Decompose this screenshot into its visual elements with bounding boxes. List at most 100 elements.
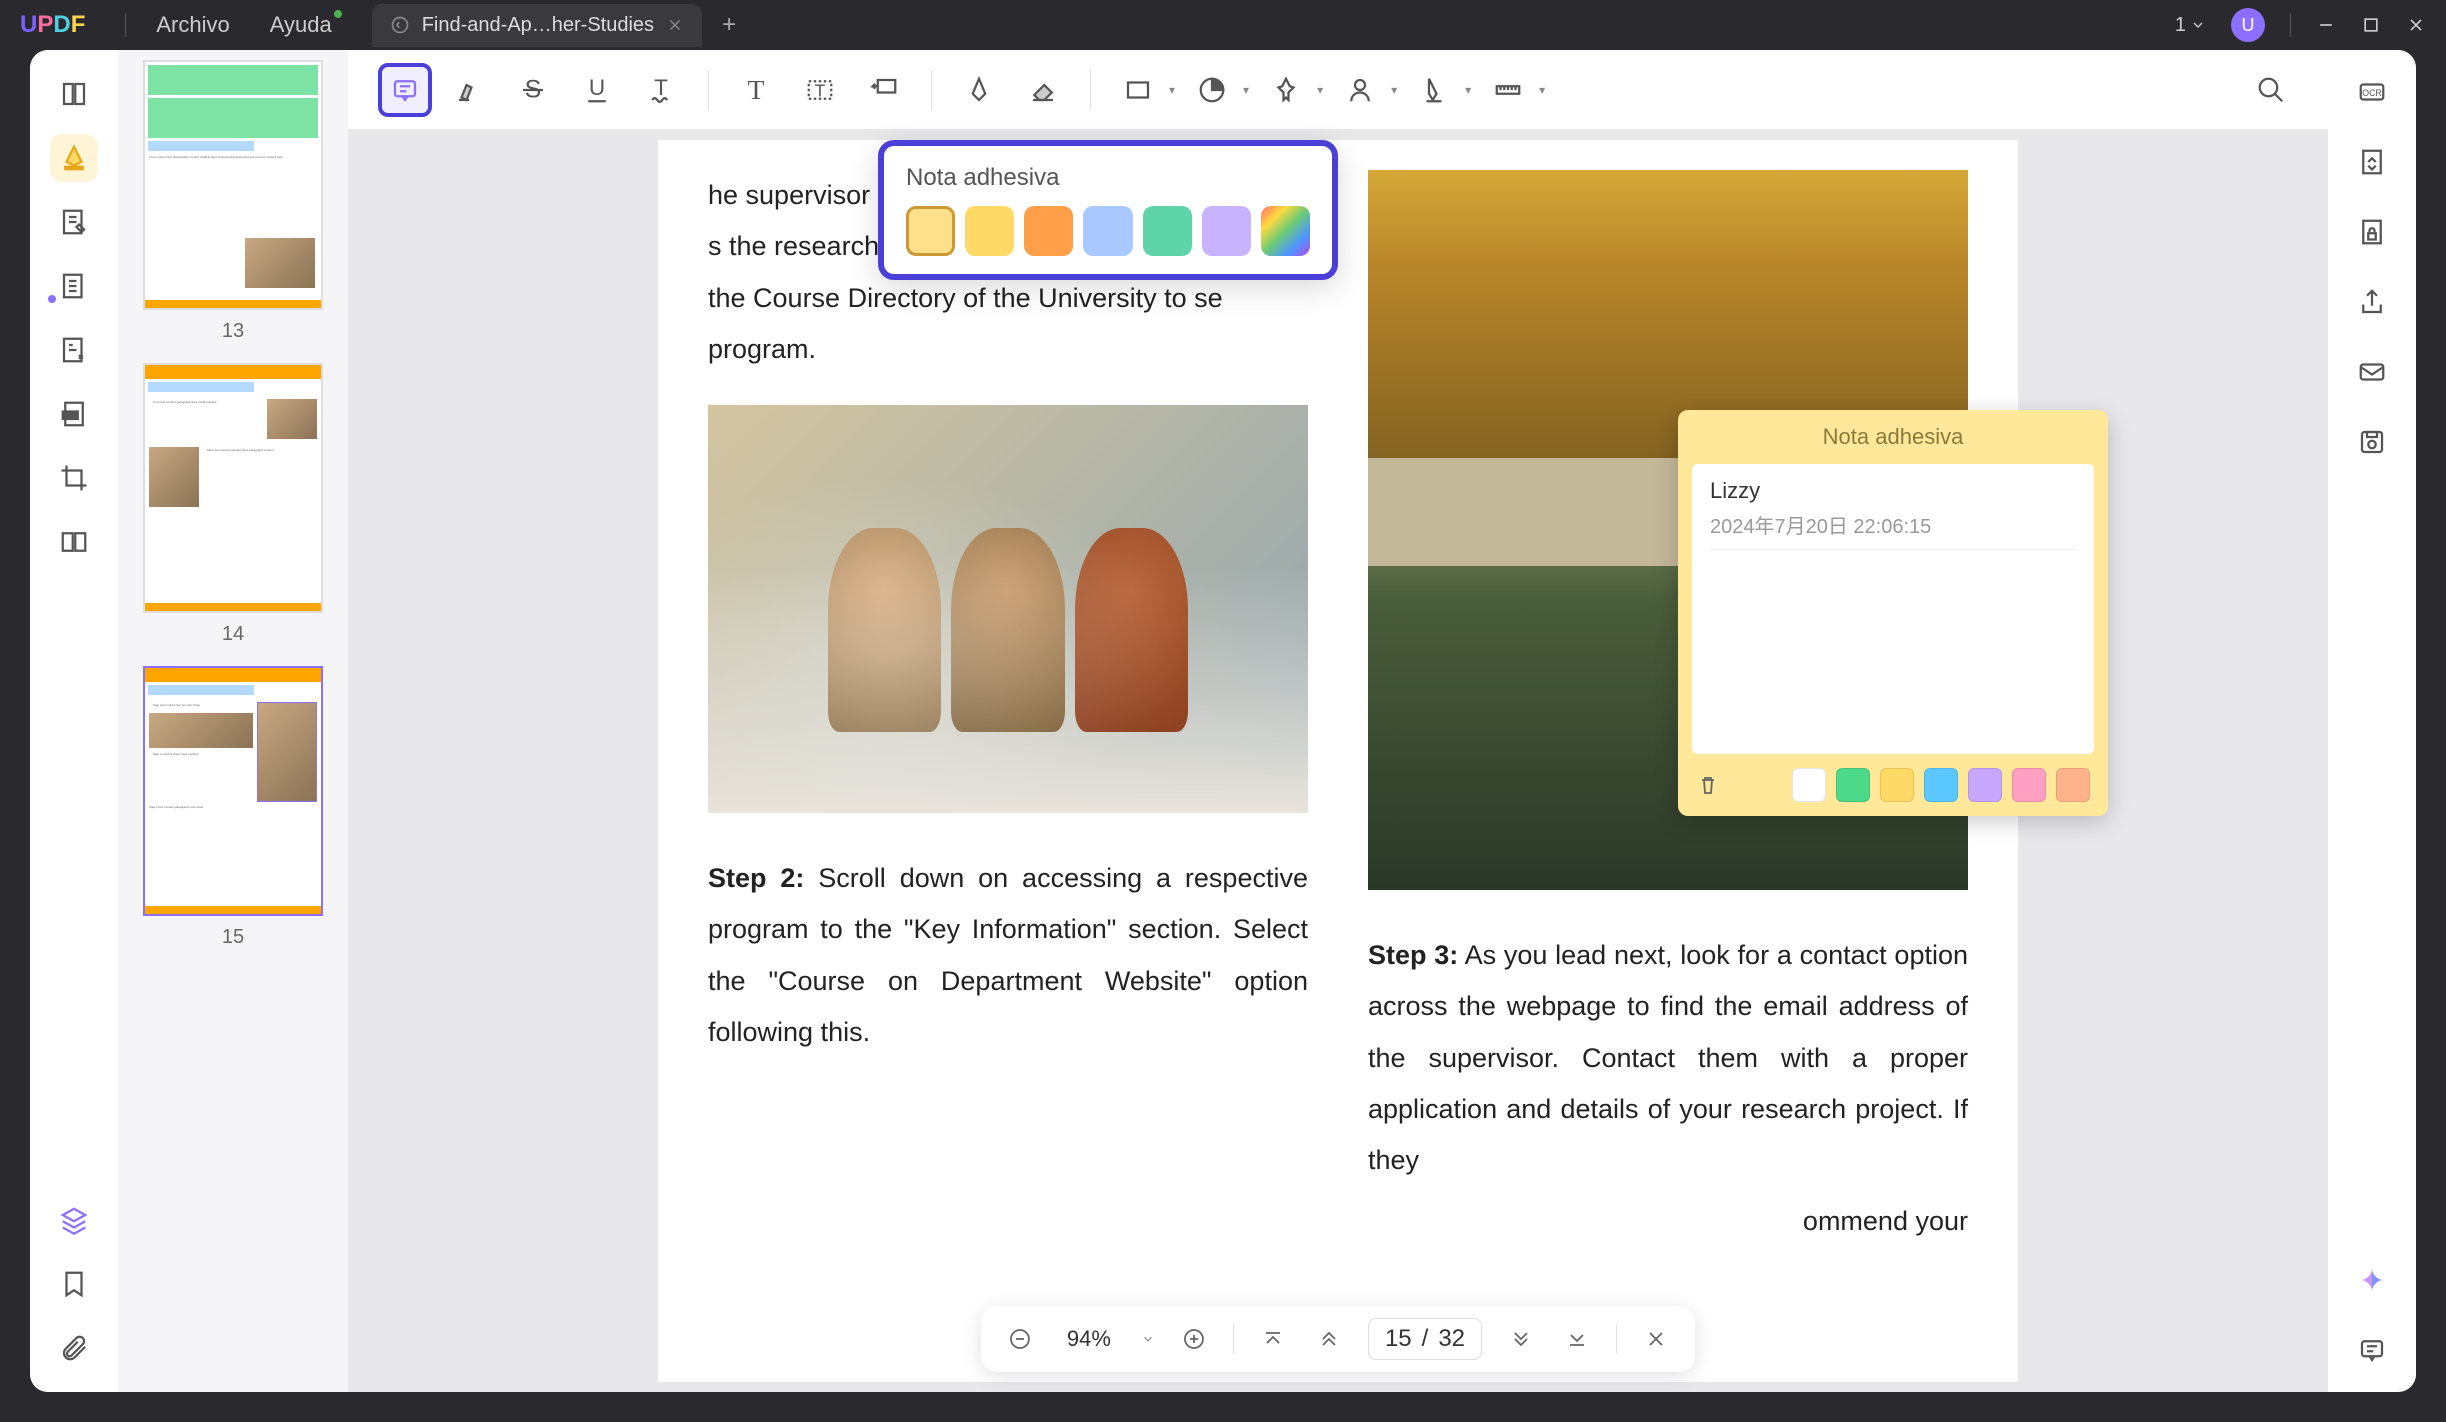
bookmark-button[interactable] (50, 1260, 98, 1308)
color-swatch[interactable] (1024, 206, 1073, 256)
thumb-number: 15 (222, 926, 244, 949)
measure-tool[interactable] (1481, 63, 1535, 117)
signature-tool[interactable] (1333, 63, 1387, 117)
sign-tool[interactable] (1407, 63, 1461, 117)
user-avatar[interactable]: U (2231, 8, 2265, 42)
app-logo: UPDF (20, 11, 85, 39)
sticky-note-title: Nota adhesiva (1678, 410, 2108, 464)
trash-icon[interactable] (1696, 773, 1720, 797)
color-swatch[interactable] (1143, 206, 1192, 256)
note-color-swatch[interactable] (1924, 768, 1958, 802)
eraser-tool[interactable] (1016, 63, 1070, 117)
thumbnail[interactable]: Lorem ipsum text placeholder content mul… (133, 60, 333, 343)
color-swatch[interactable] (965, 206, 1014, 256)
note-color-swatch[interactable] (1792, 768, 1826, 802)
shape-tool[interactable] (1111, 63, 1165, 117)
minimize-button[interactable] (2316, 15, 2336, 35)
save-button[interactable] (2350, 420, 2394, 464)
squiggly-tool[interactable]: T (634, 63, 688, 117)
note-color-swatch[interactable] (2056, 768, 2090, 802)
thumbnail[interactable]: Core text content paragraph lines small … (133, 363, 333, 646)
note-color-swatch[interactable] (1968, 768, 2002, 802)
stamp-tool[interactable] (1259, 63, 1313, 117)
pagination-bar: 94% 15 / 32 (981, 1306, 1695, 1372)
color-swatch[interactable] (1202, 206, 1251, 256)
protect-button[interactable] (2350, 210, 2394, 254)
convert-button[interactable] (2350, 140, 2394, 184)
text-icon: T (741, 75, 771, 105)
crop-mode-button[interactable] (50, 454, 98, 502)
pin-icon (1271, 75, 1301, 105)
attachment-button[interactable] (50, 1324, 98, 1372)
highlighter-icon (454, 75, 484, 105)
note-color-swatch[interactable] (1836, 768, 1870, 802)
new-tab-button[interactable]: + (722, 11, 736, 39)
edit-mode-button[interactable] (50, 198, 98, 246)
pencil-icon (964, 75, 994, 105)
callout-icon (869, 75, 899, 105)
first-page-button[interactable] (1256, 1322, 1290, 1356)
email-button[interactable] (2350, 350, 2394, 394)
next-page-button[interactable] (1504, 1322, 1538, 1356)
textbox-tool[interactable]: T (793, 63, 847, 117)
compare-mode-button[interactable] (50, 518, 98, 566)
note-color-swatch[interactable] (1880, 768, 1914, 802)
minus-circle-icon (1008, 1327, 1032, 1351)
comment-icon (2357, 1335, 2387, 1365)
tab-title: Find-and-Ap…her-Studies (422, 14, 654, 37)
window-count[interactable]: 1 (2175, 14, 2206, 37)
maximize-button[interactable] (2361, 15, 2381, 35)
last-page-button[interactable] (1560, 1322, 1594, 1356)
svg-text:OCR: OCR (2362, 88, 2381, 98)
ocr-button[interactable]: OCR (2350, 70, 2394, 114)
compare-icon (59, 527, 89, 557)
ai-button[interactable] (2350, 1258, 2394, 1302)
share-button[interactable] (2350, 280, 2394, 324)
note-color-swatch[interactable] (2012, 768, 2046, 802)
page-input[interactable]: 15 / 32 (1368, 1318, 1482, 1360)
paperclip-icon (59, 1333, 89, 1363)
reader-mode-button[interactable] (50, 70, 98, 118)
color-swatch[interactable] (906, 206, 955, 256)
chevron-down-icon (1509, 1327, 1533, 1351)
form-mode-button[interactable] (50, 326, 98, 374)
highlight-tool[interactable] (442, 63, 496, 117)
search-button[interactable] (2244, 63, 2298, 117)
redact-mode-button[interactable] (50, 390, 98, 438)
close-window-button[interactable] (2406, 15, 2426, 35)
doc-paragraph: Step 2: Scroll down on accessing a respe… (708, 853, 1308, 1058)
zoom-in-button[interactable] (1177, 1322, 1211, 1356)
sticky-note-icon (390, 75, 420, 105)
share-icon (2357, 287, 2387, 317)
comments-button[interactable] (2350, 1328, 2394, 1372)
sticky-note-tool[interactable] (378, 63, 432, 117)
callout-tool[interactable] (857, 63, 911, 117)
zoom-out-button[interactable] (1003, 1322, 1037, 1356)
sticky-note-instance[interactable]: Nota adhesiva Lizzy 2024年7月20日 22:06:15 (1678, 410, 2108, 816)
chevron-down-icon[interactable] (1141, 1332, 1155, 1346)
sticker-tool[interactable] (1185, 63, 1239, 117)
layers-button[interactable] (50, 1196, 98, 1244)
sticker-icon (1197, 75, 1227, 105)
color-swatch[interactable] (1083, 206, 1132, 256)
organize-mode-button[interactable] (50, 262, 98, 310)
close-pager-button[interactable] (1639, 1322, 1673, 1356)
document-tab[interactable]: Find-and-Ap…her-Studies (372, 4, 702, 47)
thumbnail[interactable]: Step text content line one two three Ste… (133, 666, 333, 949)
text-tool[interactable]: T (729, 63, 783, 117)
annotate-mode-button[interactable] (50, 134, 98, 182)
color-custom[interactable] (1261, 206, 1310, 256)
strikethrough-tool[interactable]: S (506, 63, 560, 117)
menu-archivo[interactable]: Archivo (156, 12, 229, 38)
plus-circle-icon (1182, 1327, 1206, 1351)
sparkle-icon (2355, 1263, 2389, 1297)
active-indicator (48, 295, 56, 303)
menu-ayuda[interactable]: Ayuda (270, 12, 332, 38)
zoom-level[interactable]: 94% (1059, 1326, 1119, 1352)
underline-tool[interactable]: U (570, 63, 624, 117)
prev-page-button[interactable] (1312, 1322, 1346, 1356)
close-icon[interactable] (666, 16, 684, 34)
pen-sign-icon (1419, 75, 1449, 105)
sticky-note-body[interactable]: Lizzy 2024年7月20日 22:06:15 (1692, 464, 2094, 754)
pencil-tool[interactable] (952, 63, 1006, 117)
